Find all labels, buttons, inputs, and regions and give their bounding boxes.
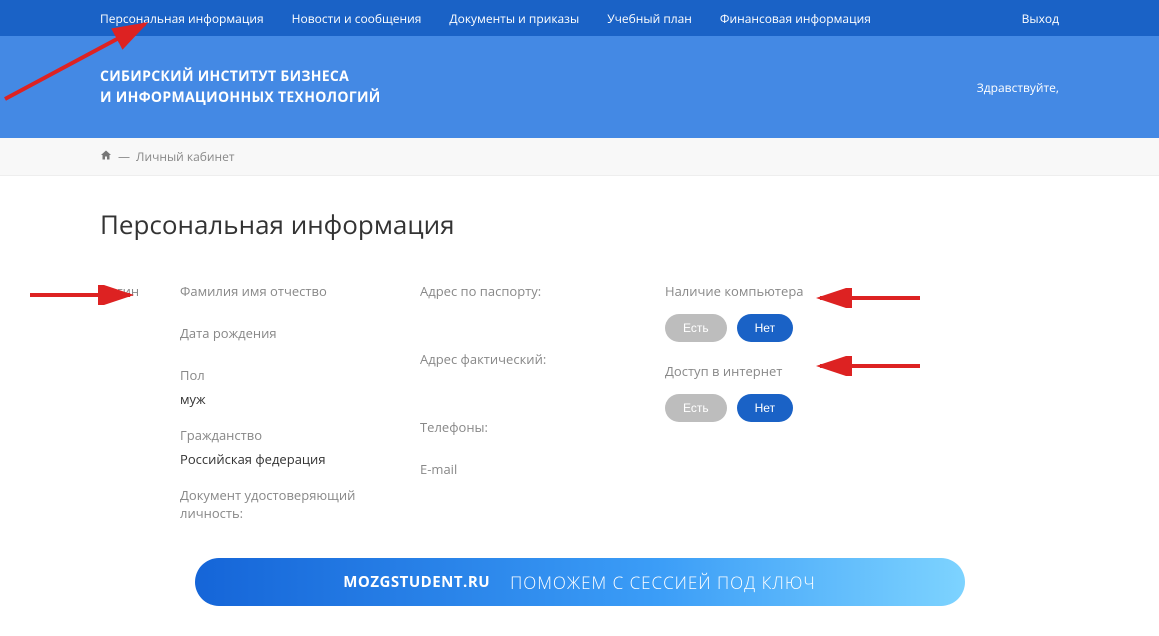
breadcrumb: — Личный кабинет (0, 138, 1159, 176)
nav-news[interactable]: Новости и сообщения (292, 10, 422, 27)
greeting: Здравствуйте, (977, 79, 1059, 96)
org-line2: И ИНФОРМАЦИОННЫХ ТЕХНОЛОГИЙ (100, 87, 381, 108)
phones-label: Телефоны: (420, 418, 665, 436)
promo-banner[interactable]: MOZGSTUDENT.RU ПОМОЖЕМ С СЕССИЕЙ ПОД КЛЮ… (195, 558, 965, 606)
email-label: E-mail (420, 460, 665, 478)
internet-toggle: Есть Нет (665, 394, 925, 422)
gender-value: муж (180, 390, 420, 408)
content: Персональная информация Логин Фамилия им… (0, 176, 1159, 636)
banner-text: ПОМОЖЕМ С СЕССИЕЙ ПОД КЛЮЧ (510, 571, 816, 594)
computer-toggle: Есть Нет (665, 314, 925, 342)
actual-addr-label: Адрес фактический: (420, 350, 665, 368)
col-tech: Наличие компьютера Есть Нет Доступ в инт… (665, 282, 925, 528)
info-columns: Логин Фамилия имя отчество Дата рождения… (100, 282, 1059, 528)
header-bar: СИБИРСКИЙ ИНСТИТУТ БИЗНЕСА И ИНФОРМАЦИОН… (0, 36, 1159, 138)
org-line1: СИБИРСКИЙ ИНСТИТУТ БИЗНЕСА (100, 66, 381, 87)
col-contacts: Адрес по паспорту: Адрес фактический: Те… (420, 282, 665, 528)
computer-label: Наличие компьютера (665, 282, 925, 300)
gender-label: Пол (180, 366, 420, 384)
top-nav: Персональная информация Новости и сообще… (0, 0, 1159, 36)
computer-yes-button[interactable]: Есть (665, 314, 727, 342)
doc-label: Документ удостоверяющий личность: (180, 486, 420, 522)
nav-docs[interactable]: Документы и приказы (449, 10, 579, 27)
col-login: Логин (100, 282, 180, 528)
nav-logout[interactable]: Выход (1022, 10, 1059, 27)
fio-label: Фамилия имя отчество (180, 282, 420, 300)
internet-no-button[interactable]: Нет (737, 394, 793, 422)
org-title: СИБИРСКИЙ ИНСТИТУТ БИЗНЕСА И ИНФОРМАЦИОН… (100, 66, 381, 108)
dob-label: Дата рождения (180, 324, 420, 342)
login-label: Логин (100, 282, 180, 300)
banner-brand: MOZGSTUDENT.RU (343, 572, 490, 592)
nav-personal[interactable]: Персональная информация (100, 10, 264, 27)
computer-no-button[interactable]: Нет (737, 314, 793, 342)
col-personal: Фамилия имя отчество Дата рождения Пол м… (180, 282, 420, 528)
home-icon[interactable] (100, 148, 112, 165)
citizenship-label: Гражданство (180, 426, 420, 444)
page-title: Персональная информация (100, 206, 1059, 242)
nav-plan[interactable]: Учебный план (607, 10, 692, 27)
citizenship-value: Российская федерация (180, 450, 420, 468)
nav-finance[interactable]: Финансовая информация (720, 10, 871, 27)
passport-addr-label: Адрес по паспорту: (420, 282, 665, 300)
internet-yes-button[interactable]: Есть (665, 394, 727, 422)
internet-label: Доступ в интернет (665, 362, 925, 380)
nav-left: Персональная информация Новости и сообще… (100, 10, 871, 27)
breadcrumb-sep: — (118, 148, 130, 165)
breadcrumb-current: Личный кабинет (136, 148, 235, 165)
